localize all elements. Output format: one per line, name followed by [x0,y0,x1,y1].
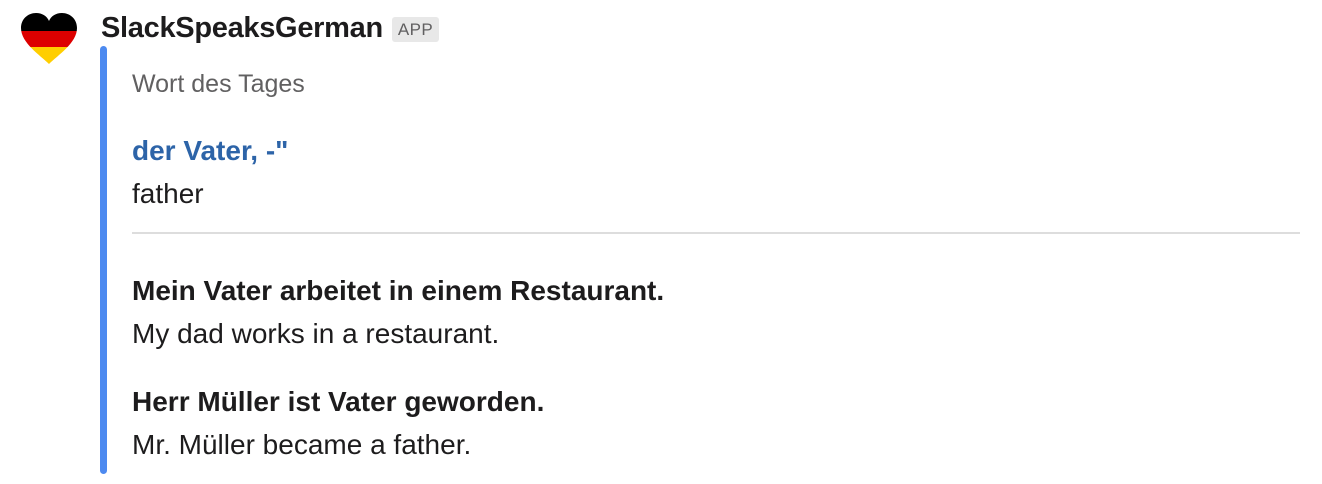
example-german-sentence: Mein Vater arbeitet in einem Restaurant. [132,275,665,306]
attachment: Wort des Tages der Vater, -" father Mein… [100,46,1300,474]
german-flag-heart-icon[interactable] [20,12,78,66]
example-german-sentence: Herr Müller ist Vater geworden. [132,386,545,417]
attachment-accent-bar [100,46,107,474]
example-english-translation: Mr. Müller became a father. [132,429,472,460]
word-of-the-day-link[interactable]: der Vater, -" [132,135,288,167]
attachment-pretext: Wort des Tages [132,70,305,98]
word-translation: father [132,178,204,209]
divider [132,232,1300,234]
app-badge: APP [391,16,440,42]
message-header: SlackSpeaksGerman APP [101,8,440,48]
example-english-translation: My dad works in a restaurant. [132,318,500,349]
sender-name[interactable]: SlackSpeaksGerman [101,12,383,45]
